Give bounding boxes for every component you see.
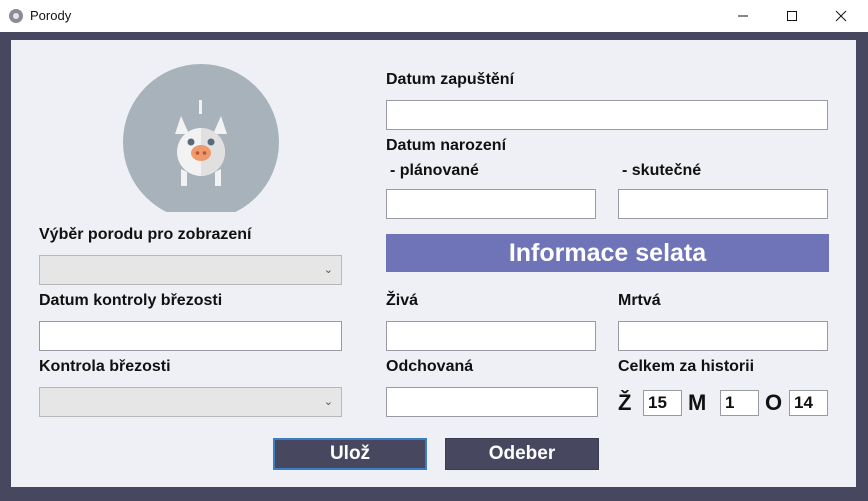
dead-total-value[interactable]: 1: [720, 390, 759, 416]
piglet-info-banner: Informace selata: [386, 234, 829, 272]
birth-date-label: Datum narození: [386, 137, 507, 154]
alive-field[interactable]: [386, 321, 596, 351]
app-icon: [9, 9, 23, 23]
chevron-down-icon: ⌄: [323, 264, 333, 276]
pregnancy-check-date-label: Datum kontroly březosti: [39, 292, 223, 309]
alive-total-value[interactable]: 15: [643, 390, 682, 416]
maximize-button[interactable]: [769, 0, 815, 32]
minimize-icon: [738, 15, 748, 17]
alive-label: Živá: [386, 292, 419, 309]
remove-button[interactable]: Odeber: [445, 438, 599, 470]
save-button[interactable]: Ulož: [273, 438, 427, 470]
pregnancy-check-select[interactable]: ⌄: [39, 387, 342, 417]
minimize-button[interactable]: [720, 0, 766, 32]
birth-select[interactable]: ⌄: [39, 255, 342, 285]
dead-label: Mrtvá: [618, 292, 661, 309]
actual-birth-date-field[interactable]: [618, 189, 828, 219]
pregnancy-check-label: Kontrola březosti: [39, 358, 171, 375]
close-button[interactable]: [818, 0, 864, 32]
alive-total-letter: Ž: [618, 390, 632, 415]
window-title: Porody: [30, 8, 72, 23]
dead-total-letter: M: [688, 390, 707, 415]
dead-field[interactable]: [618, 321, 828, 351]
close-icon: [835, 10, 847, 22]
birth-select-label: Výběr porodu pro zobrazení: [39, 226, 252, 243]
pig-icon: [123, 64, 279, 212]
weaned-total-value[interactable]: 14: [789, 390, 828, 416]
actual-label: - skutečné: [622, 162, 702, 179]
pregnancy-check-date-field[interactable]: [39, 321, 342, 351]
planned-birth-date-field[interactable]: [386, 189, 596, 219]
insemination-date-field[interactable]: [386, 100, 828, 130]
planned-label: - plánované: [390, 162, 479, 179]
chevron-down-icon: ⌄: [323, 396, 333, 408]
weaned-total-letter: O: [765, 390, 783, 415]
weaned-label: Odchovaná: [386, 358, 474, 375]
insemination-date-label: Datum zapuštění: [386, 71, 515, 88]
history-total-label: Celkem za historii: [618, 358, 755, 375]
maximize-icon: [787, 11, 797, 21]
title-bar: Porody: [0, 0, 868, 32]
weaned-field[interactable]: [386, 387, 598, 417]
